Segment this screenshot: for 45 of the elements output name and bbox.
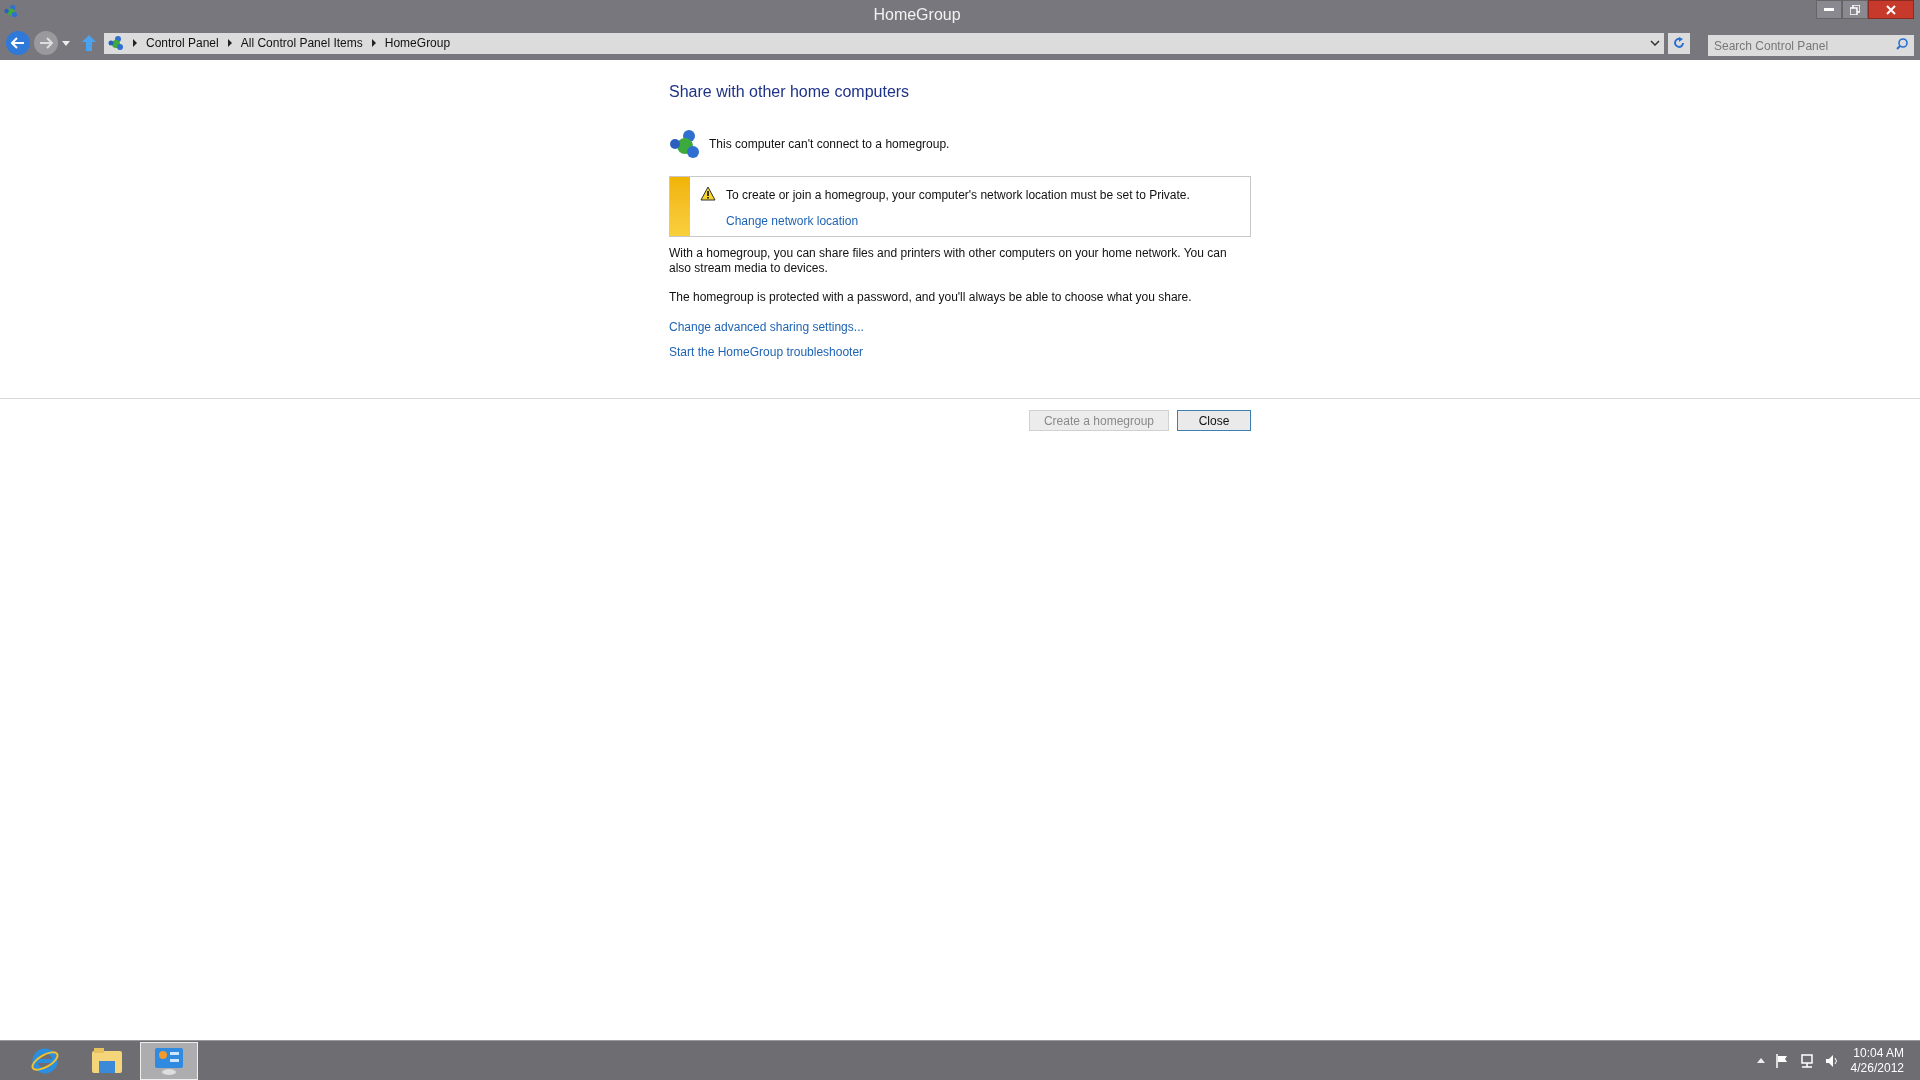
- restore-icon: [1850, 4, 1860, 15]
- forward-arrow-icon: [39, 37, 53, 49]
- back-button[interactable]: [6, 31, 30, 55]
- page-heading: Share with other home computers: [669, 82, 910, 102]
- clock-date[interactable]: 4/26/2012: [1850, 1060, 1904, 1076]
- folder-icon: [91, 1046, 123, 1075]
- change-network-location-link[interactable]: Change network location: [726, 212, 859, 230]
- location-icon: [108, 35, 124, 51]
- close-icon: [1886, 4, 1896, 15]
- status-text: This computer can't connect to a homegroup.: [709, 136, 950, 153]
- close-button[interactable]: Close: [1177, 410, 1251, 431]
- flag-icon[interactable]: [1774, 1053, 1789, 1068]
- forward-button[interactable]: [34, 31, 58, 55]
- window-title: HomeGroup: [873, 5, 961, 25]
- show-hidden-icons-icon[interactable]: [1756, 1058, 1765, 1063]
- back-arrow-icon: [11, 37, 25, 49]
- breadcrumb-arrow-icon: [370, 39, 377, 47]
- breadcrumb-item[interactable]: All Control Panel Items: [240, 34, 363, 52]
- homegroup-icon: [669, 128, 701, 160]
- network-icon[interactable]: [1798, 1053, 1815, 1068]
- description-text: With a homegroup, you can share files and printers with other computers on your home network. You can also stream media to devices.: [669, 246, 1228, 276]
- taskbar-button[interactable]: [140, 1041, 198, 1080]
- search-field[interactable]: Search Control Panel: [1708, 35, 1914, 56]
- description-text: The homegroup is protected with a password, and you'll always be able to choose what you share.: [669, 290, 1193, 305]
- restore-button[interactable]: [1842, 0, 1868, 19]
- breadcrumb-item[interactable]: Control Panel: [146, 34, 219, 52]
- refresh-icon: [1673, 37, 1685, 49]
- breadcrumb-arrow-icon: [226, 39, 233, 47]
- window-icon: [4, 4, 18, 18]
- settings-link[interactable]: Start the HomeGroup troubleshooter: [669, 345, 864, 360]
- minimize-icon: [1824, 7, 1834, 12]
- minimize-button[interactable]: [1816, 0, 1842, 19]
- warning-text: To create or join a homegroup, your computer's network location must be set to Private.: [726, 187, 1190, 204]
- warning-icon: [700, 186, 716, 201]
- refresh-button[interactable]: [1668, 32, 1690, 54]
- close-window-button[interactable]: [1868, 0, 1914, 19]
- control-panel-icon: [153, 1045, 185, 1076]
- search-icon: [1896, 37, 1908, 50]
- settings-link[interactable]: Change advanced sharing settings...: [669, 320, 864, 335]
- warning-stripe: [670, 177, 690, 236]
- address-field[interactable]: Control Panel All Control Panel Items HomeGroup: [104, 32, 1664, 54]
- breadcrumb-arrow-icon: [132, 39, 138, 47]
- dropdown-caret-icon[interactable]: [1650, 40, 1660, 46]
- clock-time[interactable]: 10:04 AM: [1853, 1045, 1904, 1061]
- breadcrumb-item[interactable]: HomeGroup: [384, 34, 451, 52]
